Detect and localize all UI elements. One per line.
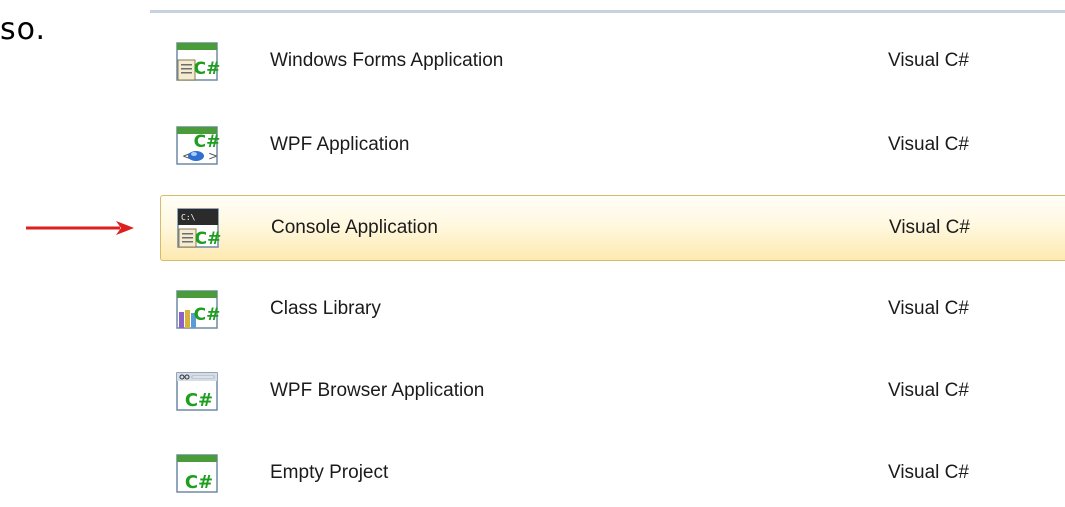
template-name: Windows Forms Application bbox=[270, 50, 504, 71]
empty-project-icon: C# bbox=[176, 454, 218, 493]
template-row-windows-forms[interactable]: C# Windows Forms Application Visual C# bbox=[160, 29, 1065, 95]
svg-text:C#: C# bbox=[194, 132, 221, 152]
template-row-class-library[interactable]: C# Class Library Visual C# bbox=[160, 277, 1065, 343]
console-app-icon: C:\ C# bbox=[177, 208, 222, 249]
red-arrow-indicator bbox=[26, 221, 134, 235]
windows-forms-icon: C# bbox=[176, 42, 221, 81]
template-row-empty-project[interactable]: C# Empty Project Visual C# bbox=[160, 441, 1065, 507]
template-language: Visual C# bbox=[888, 380, 969, 401]
template-row-wpf-browser-application[interactable]: C# WPF Browser Application Visual C# bbox=[160, 359, 1065, 425]
template-language: Visual C# bbox=[888, 134, 969, 155]
template-name: WPF Browser Application bbox=[270, 380, 485, 401]
svg-text:C#: C# bbox=[194, 305, 221, 325]
template-language: Visual C# bbox=[889, 217, 970, 238]
project-templates-panel: C# Windows Forms Application Visual C# <… bbox=[150, 10, 1065, 493]
svg-text:C#: C# bbox=[194, 59, 221, 79]
template-row-wpf-application[interactable]: < > C# WPF Application Visual C# bbox=[160, 113, 1065, 179]
wpf-app-icon: < > C# bbox=[176, 126, 221, 165]
svg-text:C#: C# bbox=[195, 229, 222, 249]
leading-text-fragment: so. bbox=[0, 12, 46, 47]
template-language: Visual C# bbox=[888, 298, 969, 319]
svg-text:C#: C# bbox=[185, 390, 213, 411]
template-language: Visual C# bbox=[888, 462, 969, 483]
template-name: WPF Application bbox=[270, 134, 410, 155]
template-name: Empty Project bbox=[270, 462, 389, 483]
template-name: Console Application bbox=[271, 217, 438, 238]
template-row-console-application[interactable]: C:\ C# Console Application Visual C# bbox=[160, 195, 1065, 261]
template-name: Class Library bbox=[270, 298, 381, 319]
svg-text:C:\: C:\ bbox=[181, 213, 196, 222]
wpf-browser-icon: C# bbox=[176, 372, 218, 411]
class-library-icon: C# bbox=[176, 290, 221, 329]
template-language: Visual C# bbox=[888, 50, 969, 71]
